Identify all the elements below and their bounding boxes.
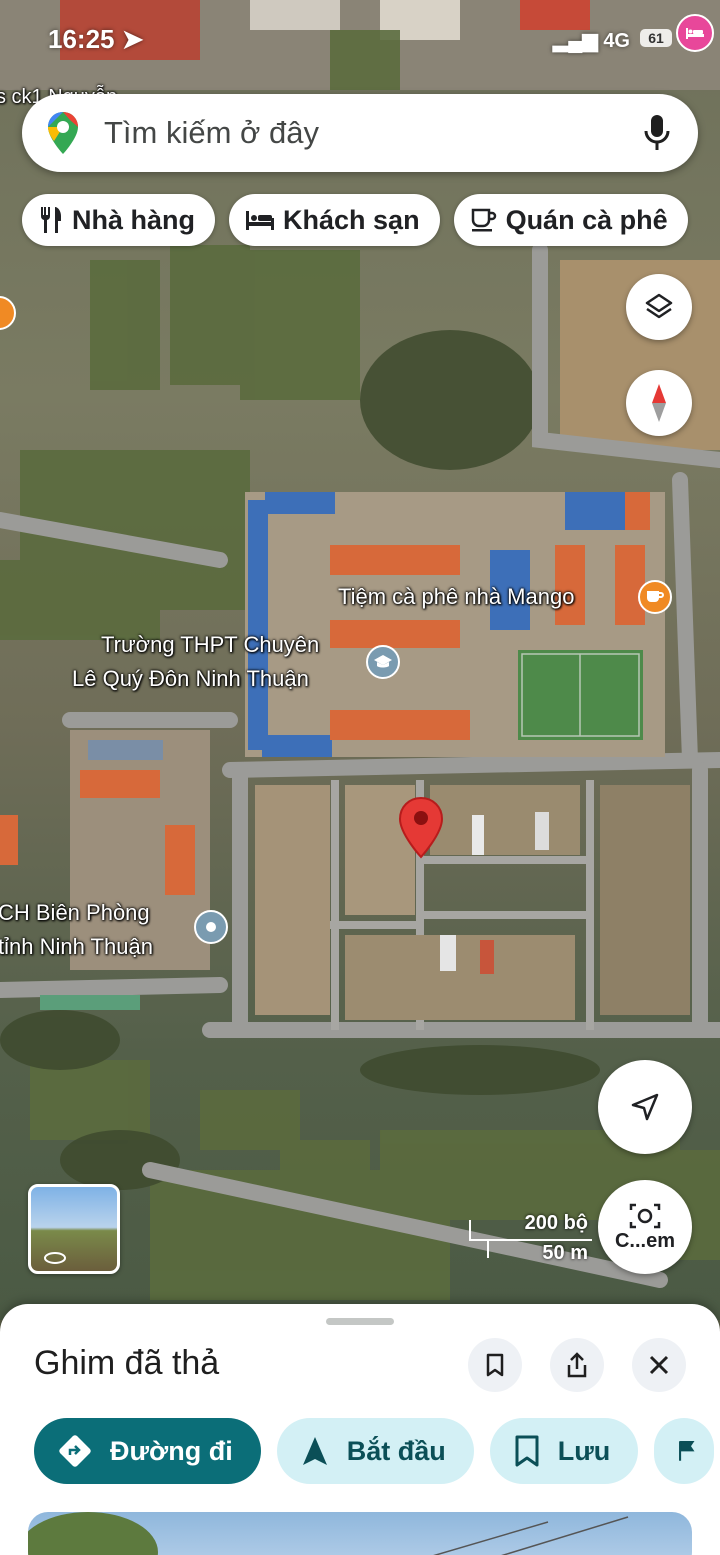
scale-bar — [469, 1220, 592, 1258]
search-input[interactable]: Tìm kiếm ở đây — [104, 115, 642, 151]
directions-icon — [59, 1435, 91, 1467]
action-buttons: Đường đi Bắt đầu Lưu — [34, 1418, 715, 1484]
bookmark-button[interactable] — [468, 1338, 522, 1392]
save-label: Lưu — [557, 1435, 611, 1466]
google-maps-logo-icon — [48, 112, 78, 154]
share-button[interactable] — [550, 1338, 604, 1392]
directions-button[interactable]: Đường đi — [34, 1418, 261, 1484]
navigation-arrow-icon — [631, 1093, 659, 1121]
status-bar: 16:25 ➤ ▂▄▆ 4G 61 — [0, 0, 720, 80]
map-label-border-line2[interactable]: tỉnh Ninh Thuận — [0, 932, 153, 962]
start-label: Bắt đầu — [346, 1435, 446, 1466]
flag-button[interactable] — [654, 1418, 715, 1484]
hotel-icon — [246, 211, 275, 230]
network-indicator: ▂▄▆ 4G — [552, 30, 630, 52]
share-icon — [567, 1352, 587, 1378]
sheet-drag-handle[interactable] — [326, 1318, 394, 1325]
bookmark-icon — [486, 1353, 504, 1377]
compass-button[interactable] — [626, 370, 692, 436]
directions-label: Đường đi — [110, 1435, 233, 1466]
location-arrow-icon: ➤ — [121, 24, 144, 54]
close-icon — [649, 1355, 669, 1375]
government-pin-icon[interactable] — [194, 910, 228, 944]
flag-icon — [679, 1440, 695, 1461]
school-pin-icon[interactable] — [366, 645, 400, 679]
chip-restaurants[interactable]: Nhà hàng — [22, 194, 216, 246]
search-bar[interactable]: Tìm kiếm ở đây — [22, 94, 698, 172]
map-label-school-line2[interactable]: Lê Quý Đôn Ninh Thuận — [72, 664, 309, 694]
category-chips: Nhà hàng Khách sạn Quán cà phê — [22, 194, 688, 246]
map-label-cafe[interactable]: Tiệm cà phê nhà Mango — [338, 582, 574, 612]
signal-icon: ▂▄▆ — [552, 30, 598, 52]
hotel-pin-icon[interactable] — [676, 14, 714, 52]
photo-preview[interactable] — [28, 1512, 692, 1555]
layers-icon — [645, 293, 673, 319]
chip-hotels[interactable]: Khách sạn — [229, 194, 440, 246]
photo-preview-image — [28, 1512, 629, 1555]
chip-restaurants-label: Nhà hàng — [72, 204, 196, 235]
my-location-button[interactable] — [598, 1060, 692, 1154]
microphone-icon[interactable] — [642, 113, 672, 153]
battery-icon: 61 — [640, 29, 672, 47]
camera-icon — [629, 1203, 661, 1228]
map-scale: 200 bộ 50 m — [466, 1212, 596, 1268]
close-button[interactable] — [632, 1338, 686, 1392]
cafe-pin-icon[interactable] — [638, 580, 672, 614]
map-label-border-line1[interactable]: CH Biên Phòng — [0, 898, 150, 928]
chip-hotels-label: Khách sạn — [283, 204, 420, 235]
rotate-360-icon — [44, 1252, 66, 1264]
chip-cafes[interactable]: Quán cà phê — [453, 194, 688, 246]
navigation-start-icon — [302, 1437, 327, 1465]
compass-icon — [652, 384, 666, 422]
coffee-icon — [471, 208, 496, 232]
street-view-thumbnail[interactable] — [28, 1184, 120, 1274]
camera-search-button[interactable]: C...em — [598, 1180, 692, 1274]
sheet-title: Ghim đã thả — [34, 1344, 220, 1382]
layers-button[interactable] — [626, 274, 692, 340]
save-button[interactable]: Lưu — [489, 1418, 639, 1484]
save-bookmark-icon — [515, 1435, 539, 1467]
restaurant-icon — [40, 207, 61, 233]
camera-search-label: C...em — [614, 1229, 676, 1252]
place-bottom-sheet[interactable]: Ghim đã thả Đường đi Bắt đầu Lưu — [0, 1304, 720, 1555]
chip-cafes-label: Quán cà phê — [505, 204, 668, 235]
map-label-school-line1[interactable]: Trường THPT Chuyên — [101, 630, 319, 660]
status-time: 16:25 ➤ — [48, 24, 144, 54]
dropped-pin-icon[interactable] — [398, 796, 444, 860]
start-button[interactable]: Bắt đầu — [276, 1418, 474, 1484]
